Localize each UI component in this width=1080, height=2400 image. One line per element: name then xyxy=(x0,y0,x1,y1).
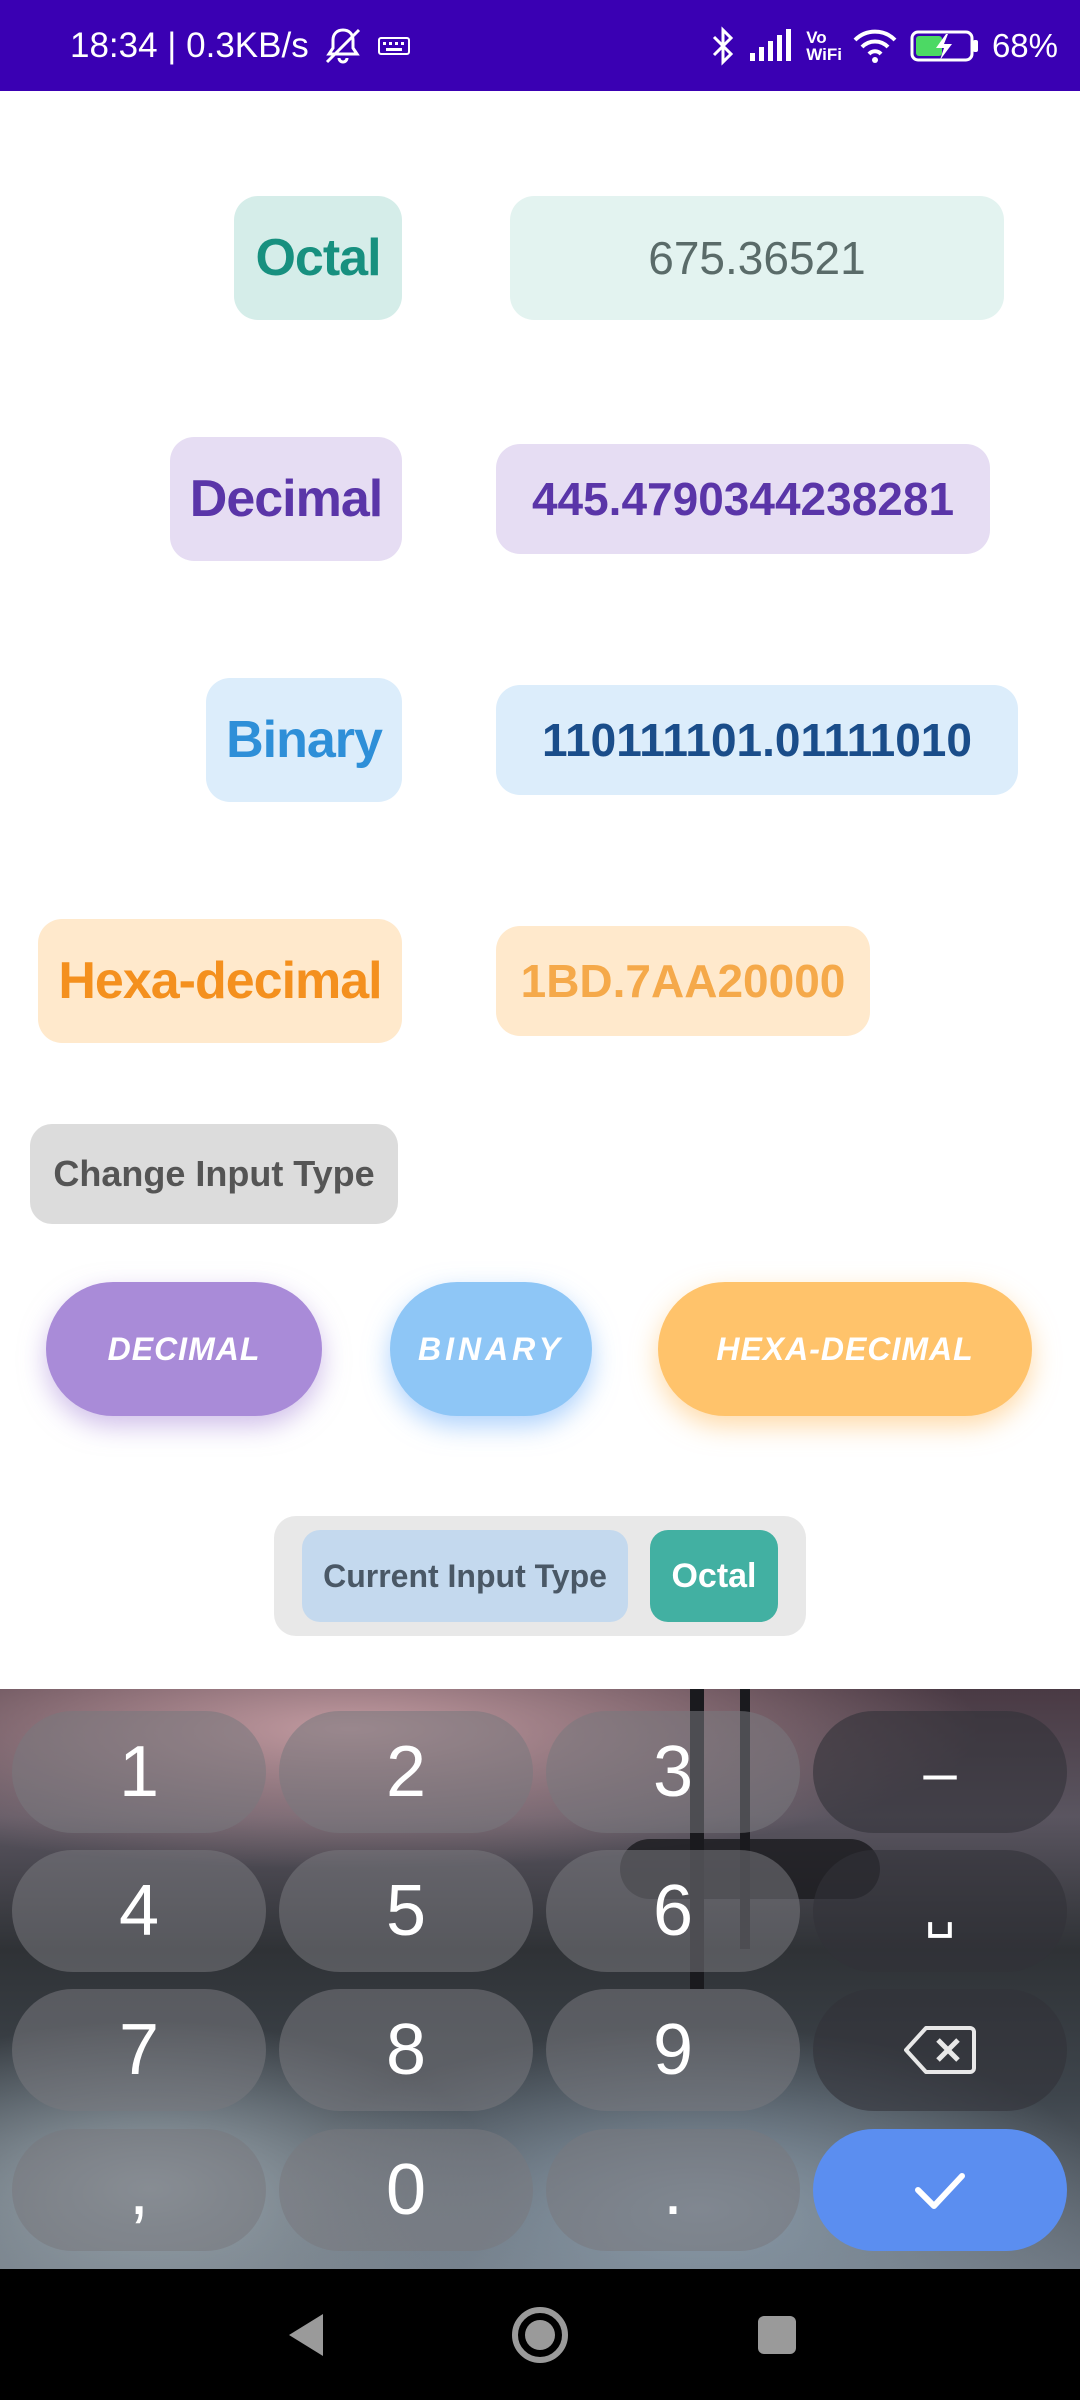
octal-input[interactable]: 675.36521 xyxy=(510,196,1004,320)
mute-icon xyxy=(321,26,365,66)
navigation-bar xyxy=(0,2269,1080,2400)
decimal-output: 445.4790344238281 xyxy=(496,444,990,554)
key-1[interactable]: 1 xyxy=(12,1711,266,1833)
key-2[interactable]: 2 xyxy=(279,1711,533,1833)
key-3[interactable]: 3 xyxy=(546,1711,800,1833)
key-9[interactable]: 9 xyxy=(546,1989,800,2111)
hex-type-button[interactable]: HEXA-DECIMAL xyxy=(658,1282,1032,1416)
backspace-icon xyxy=(904,2026,976,2074)
bluetooth-icon xyxy=(710,25,736,66)
key-period[interactable]: . xyxy=(546,2129,800,2251)
octal-label: Octal xyxy=(234,196,402,320)
status-time-speed: 18:34 | 0.3KB/s xyxy=(70,25,309,65)
back-icon xyxy=(289,2313,323,2356)
home-icon xyxy=(512,2306,568,2363)
decimal-label: Decimal xyxy=(170,437,402,561)
back-button[interactable] xyxy=(260,2269,350,2400)
check-icon xyxy=(915,2173,965,2209)
current-input-type-value: Octal xyxy=(650,1530,778,1622)
key-5[interactable]: 5 xyxy=(279,1850,533,1972)
current-input-type-label: Current Input Type xyxy=(302,1530,628,1622)
key-minus[interactable]: – xyxy=(813,1711,1067,1833)
keyboard-icon xyxy=(377,34,411,58)
key-comma[interactable]: , xyxy=(12,2129,266,2251)
current-input-type-panel: Current Input Type Octal xyxy=(274,1516,806,1636)
wifi-calling-label: WiFi xyxy=(806,44,842,64)
battery-icon xyxy=(910,28,980,64)
key-8[interactable]: 8 xyxy=(279,1989,533,2111)
status-bar: 18:34 | 0.3KB/s Vo WiFi 68% xyxy=(0,0,1080,91)
recents-icon xyxy=(758,2315,796,2354)
binary-label: Binary xyxy=(206,678,402,802)
binary-output: 110111101.01111010 xyxy=(496,685,1018,795)
hex-output: 1BD.7AA20000 xyxy=(496,926,870,1036)
binary-type-button[interactable]: BINARY xyxy=(390,1282,592,1416)
key-7[interactable]: 7 xyxy=(12,1989,266,2111)
signal-icon xyxy=(748,28,794,63)
key-confirm[interactable] xyxy=(813,2129,1067,2251)
decimal-type-button[interactable]: DECIMAL xyxy=(46,1282,322,1416)
key-space[interactable]: ␣ xyxy=(813,1850,1067,1972)
recents-button[interactable] xyxy=(732,2269,822,2400)
home-button[interactable] xyxy=(495,2269,585,2400)
key-0[interactable]: 0 xyxy=(279,2129,533,2251)
key-6[interactable]: 6 xyxy=(546,1850,800,1972)
battery-percent: 68% xyxy=(991,26,1058,64)
key-backspace[interactable] xyxy=(813,1989,1067,2111)
key-4[interactable]: 4 xyxy=(12,1850,266,1972)
wifi-icon xyxy=(852,28,898,64)
numeric-keyboard: 1 2 3 – 4 5 6 ␣ 7 8 9 , 0 . xyxy=(0,1689,1080,2269)
hex-label: Hexa-decimal xyxy=(38,919,402,1043)
change-input-type-label: Change Input Type xyxy=(30,1124,398,1224)
